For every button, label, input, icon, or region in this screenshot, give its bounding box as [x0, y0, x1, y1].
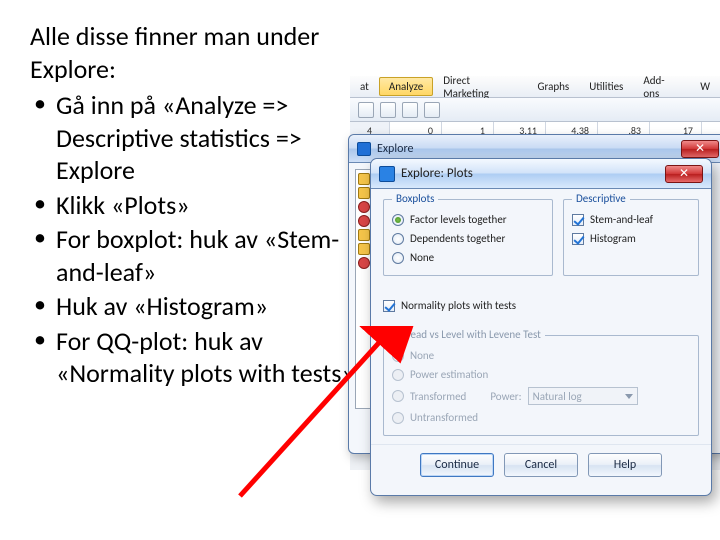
group-legend: Descriptive — [572, 192, 630, 205]
checkbox-label: Normality plots with tests — [401, 299, 516, 312]
menu-item[interactable]: at — [350, 77, 379, 96]
menu-item[interactable]: Graphs — [528, 77, 580, 96]
cancel-button[interactable]: Cancel — [504, 453, 578, 477]
scale-icon — [358, 243, 370, 255]
toolbar-icon[interactable] — [380, 102, 396, 118]
power-field: Power: Natural log — [490, 387, 637, 405]
checkbox-icon — [572, 214, 584, 226]
button-label: Cancel — [525, 458, 557, 472]
power-label: Power: — [490, 390, 521, 403]
close-button[interactable]: ✕ — [665, 165, 703, 183]
button-label: Continue — [435, 458, 479, 472]
radio-icon — [392, 390, 404, 402]
radio-label: None — [410, 349, 434, 362]
group-spread-vs-level: Spread vs Level with Levene Test None Po… — [383, 335, 699, 436]
app-icon — [379, 166, 395, 182]
dialog-explore-plots: Explore: Plots ✕ Boxplots Factor levels … — [370, 158, 712, 496]
dialog-button-row: Continue Cancel Help — [371, 444, 711, 481]
group-boxplots: Boxplots Factor levels together Dependen… — [383, 199, 553, 276]
radio-factor-levels-together[interactable]: Factor levels together — [392, 210, 544, 229]
slide-text: Alle disse finner man under Explore: Gå … — [30, 20, 360, 390]
radio-label: Power estimation — [410, 368, 488, 381]
radio-label: Factor levels together — [410, 213, 507, 226]
radio-icon — [392, 350, 404, 362]
toolbar-icon[interactable] — [402, 102, 418, 118]
checkbox-normality-plots[interactable]: Normality plots with tests — [383, 296, 691, 315]
toolbar-icon[interactable] — [424, 102, 440, 118]
radio-label: Transformed — [410, 390, 466, 403]
group-legend: Boxplots — [392, 192, 438, 205]
radio-transformed: Transformed Power: Natural log — [392, 384, 690, 408]
chevron-down-icon — [625, 394, 633, 399]
checkbox-icon — [572, 233, 584, 245]
radio-icon — [392, 214, 404, 226]
checkbox-label: Histogram — [590, 232, 636, 245]
checkbox-label: Stem-and-leaf — [590, 213, 653, 226]
group-normality: Normality plots with tests — [383, 288, 699, 323]
close-button[interactable]: ✕ — [681, 140, 719, 158]
slide-bullet: Gå inn på «Analyze => Descriptive statis… — [30, 89, 360, 187]
dialog-plots-body: Boxplots Factor levels together Dependen… — [371, 189, 711, 489]
nominal-icon — [358, 201, 370, 213]
slide-bullets: Gå inn på «Analyze => Descriptive statis… — [30, 89, 360, 390]
radio-label: Untransformed — [410, 411, 478, 424]
dialog-plots-title: Explore: Plots — [401, 166, 473, 181]
slide-bullet: Klikk «Plots» — [30, 189, 360, 222]
toolbar — [350, 98, 720, 122]
radio-power-estimation: Power estimation — [392, 365, 690, 384]
power-value: Natural log — [533, 390, 582, 403]
nominal-icon — [358, 215, 370, 227]
radio-spread-none: None — [392, 346, 690, 365]
slide-bullet: For QQ-plot: huk av «Normality plots wit… — [30, 325, 360, 390]
checkbox-icon — [383, 300, 395, 312]
button-label: Help — [614, 458, 637, 472]
menu-item-analyze[interactable]: Analyze — [379, 77, 433, 96]
scale-icon — [358, 173, 370, 185]
checkbox-histogram[interactable]: Histogram — [572, 229, 690, 248]
group-legend: Spread vs Level with Levene Test — [392, 328, 545, 341]
app-icon — [357, 142, 371, 156]
group-descriptive: Descriptive Stem-and-leaf Histogram — [563, 199, 699, 276]
toolbar-icon[interactable] — [358, 102, 374, 118]
help-button[interactable]: Help — [588, 453, 662, 477]
continue-button[interactable]: Continue — [420, 453, 494, 477]
slide-bullet: For boxplot: huk av «Stem-and-leaf» — [30, 223, 360, 288]
radio-label: None — [410, 251, 434, 264]
dialog-explore-title: Explore — [377, 142, 413, 156]
radio-icon — [392, 369, 404, 381]
scale-icon — [358, 229, 370, 241]
radio-icon — [392, 412, 404, 424]
power-dropdown: Natural log — [528, 387, 638, 405]
radio-none[interactable]: None — [392, 248, 544, 267]
slide-heading: Alle disse finner man under Explore: — [30, 20, 360, 85]
menubar[interactable]: at Analyze Direct Marketing Graphs Utili… — [350, 76, 720, 98]
radio-untransformed: Untransformed — [392, 408, 690, 427]
menu-item[interactable]: Utilities — [579, 77, 633, 96]
nominal-icon — [358, 257, 370, 269]
dialog-plots-titlebar[interactable]: Explore: Plots ✕ — [371, 159, 711, 189]
menu-item[interactable]: W — [690, 77, 720, 96]
radio-dependents-together[interactable]: Dependents together — [392, 229, 544, 248]
scale-icon — [358, 187, 370, 199]
radio-icon — [392, 252, 404, 264]
radio-label: Dependents together — [410, 232, 505, 245]
checkbox-stem-and-leaf[interactable]: Stem-and-leaf — [572, 210, 690, 229]
radio-icon — [392, 233, 404, 245]
slide-bullet: Huk av «Histogram» — [30, 290, 360, 323]
